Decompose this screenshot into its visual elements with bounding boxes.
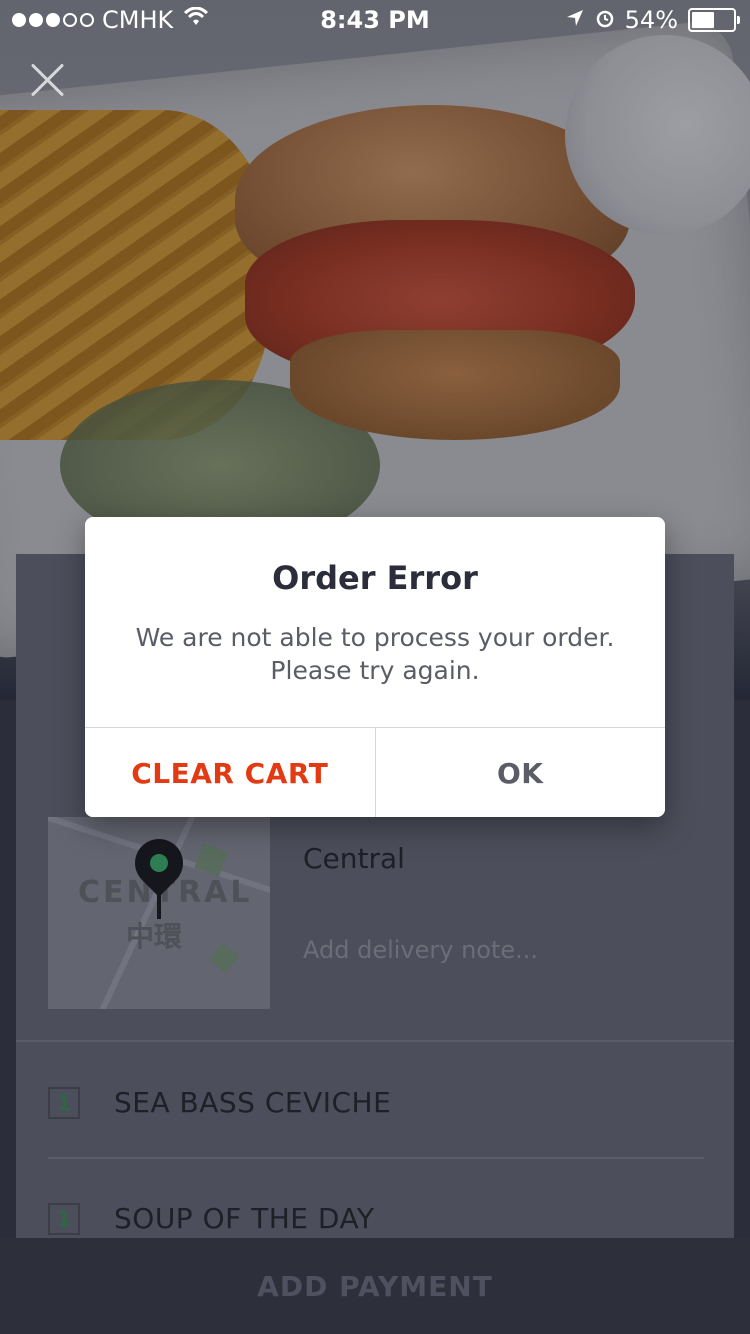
order-error-dialog: Order Error We are not able to process y…: [85, 517, 665, 817]
dialog-title: Order Error: [272, 559, 478, 597]
dialog-message-line: Please try again.: [270, 656, 480, 685]
dialog-actions: CLEAR CART OK: [85, 727, 665, 817]
ok-button[interactable]: OK: [375, 728, 665, 817]
dialog-message: We are not able to process your order. P…: [115, 621, 635, 687]
dialog-message-line: We are not able to process your order.: [135, 623, 615, 652]
clear-cart-button[interactable]: CLEAR CART: [85, 728, 376, 817]
